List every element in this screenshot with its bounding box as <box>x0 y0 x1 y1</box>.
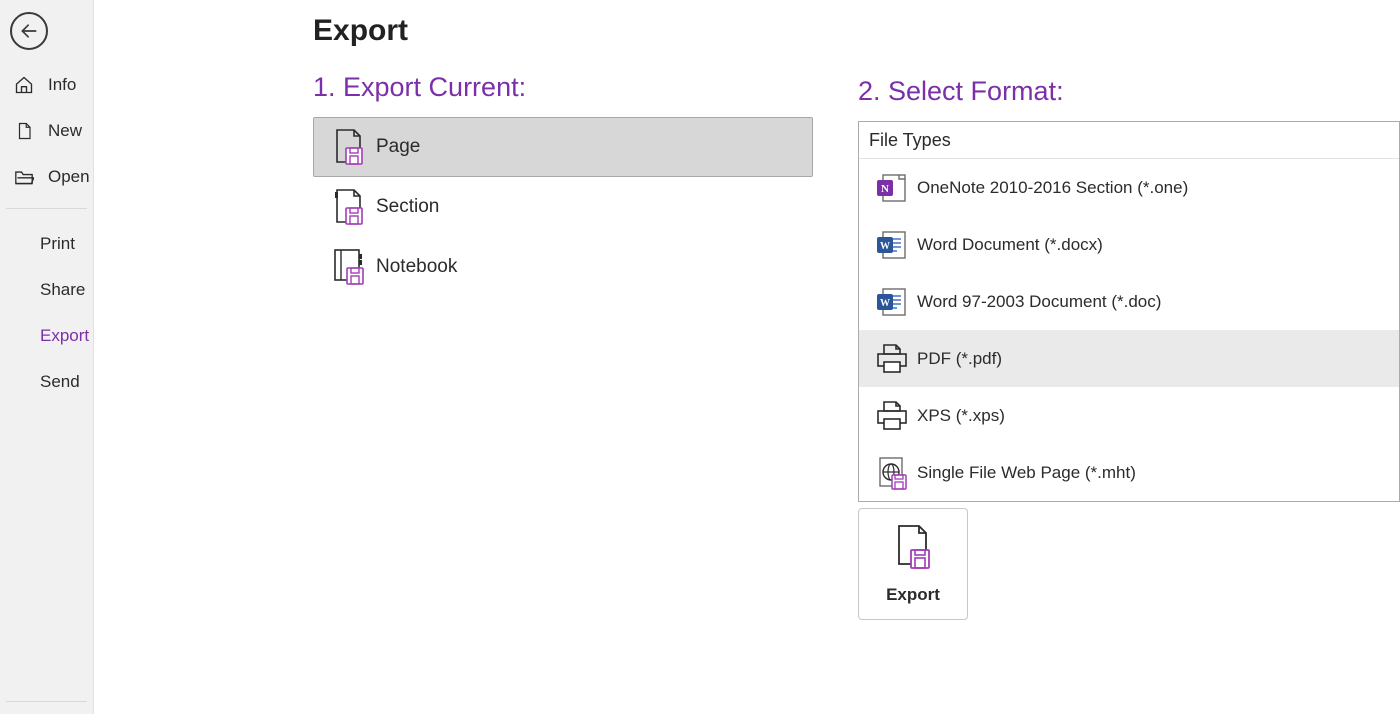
step2-heading: 2. Select Format: <box>858 76 1400 107</box>
backstage-sidebar: Info New Open Print Share Export Send <box>0 0 94 714</box>
scope-option-page[interactable]: Page <box>313 117 813 177</box>
svg-text:W: W <box>880 298 890 309</box>
select-format-column: 2. Select Format: File Types N OneNote 2… <box>858 0 1400 714</box>
page-icon <box>12 121 36 141</box>
sidebar-item-print[interactable]: Print <box>0 221 93 267</box>
web-page-icon <box>869 455 915 491</box>
folder-icon <box>12 168 36 186</box>
format-option-pdf[interactable]: PDF (*.pdf) <box>859 330 1399 387</box>
file-types-panel: File Types N OneNote 2010-2016 Section (… <box>858 121 1400 502</box>
sidebar-item-label: New <box>48 121 82 141</box>
word-icon: W <box>869 228 915 262</box>
sidebar-divider <box>6 701 87 702</box>
scope-option-label: Section <box>376 196 439 218</box>
format-option-docx[interactable]: W Word Document (*.docx) <box>859 216 1399 273</box>
sidebar-item-label: Info <box>48 75 76 95</box>
scope-option-label: Notebook <box>376 256 457 278</box>
format-option-label: OneNote 2010-2016 Section (*.one) <box>917 178 1188 198</box>
printer-icon <box>869 399 915 433</box>
scope-option-section[interactable]: Section <box>313 177 813 237</box>
sidebar-item-share[interactable]: Share <box>0 267 93 313</box>
format-option-label: XPS (*.xps) <box>917 406 1005 426</box>
sidebar-item-label: Share <box>40 280 85 300</box>
page-title: Export <box>313 14 408 48</box>
page-save-icon <box>326 128 372 166</box>
sidebar-item-label: Export <box>40 326 89 346</box>
onenote-icon: N <box>869 171 915 205</box>
format-option-doc[interactable]: W Word 97-2003 Document (*.doc) <box>859 273 1399 330</box>
printer-icon <box>869 342 915 376</box>
sidebar-divider <box>6 208 87 209</box>
export-scope-list: Page Section <box>313 117 813 297</box>
notebook-save-icon <box>326 248 372 286</box>
main-content: Export 1. Export Current: Page <box>94 0 1400 714</box>
export-current-column: 1. Export Current: Page <box>313 0 813 714</box>
scope-option-label: Page <box>376 136 420 158</box>
arrow-left-icon <box>19 21 39 41</box>
sidebar-item-export[interactable]: Export <box>0 313 93 359</box>
format-option-onenote[interactable]: N OneNote 2010-2016 Section (*.one) <box>859 159 1399 216</box>
export-button-label: Export <box>886 585 940 605</box>
sidebar-item-new[interactable]: New <box>0 108 93 154</box>
sidebar-item-open[interactable]: Open <box>0 154 93 200</box>
file-types-header: File Types <box>859 122 1399 159</box>
page-save-icon <box>893 524 933 575</box>
sidebar-item-label: Print <box>40 234 75 254</box>
format-option-label: PDF (*.pdf) <box>917 349 1002 369</box>
format-option-label: Single File Web Page (*.mht) <box>917 463 1136 483</box>
format-option-xps[interactable]: XPS (*.xps) <box>859 387 1399 444</box>
sidebar-item-info[interactable]: Info <box>0 62 93 108</box>
section-save-icon <box>326 188 372 226</box>
format-option-label: Word 97-2003 Document (*.doc) <box>917 292 1161 312</box>
export-button[interactable]: Export <box>858 508 968 620</box>
sidebar-item-send[interactable]: Send <box>0 359 93 405</box>
home-icon <box>12 75 36 95</box>
svg-text:W: W <box>880 241 890 252</box>
sidebar-item-label: Send <box>40 372 80 392</box>
format-option-mht[interactable]: Single File Web Page (*.mht) <box>859 444 1399 501</box>
svg-text:N: N <box>881 183 889 195</box>
step1-heading: 1. Export Current: <box>313 72 813 103</box>
sidebar-item-label: Open <box>48 167 90 187</box>
scope-option-notebook[interactable]: Notebook <box>313 237 813 297</box>
format-option-label: Word Document (*.docx) <box>917 235 1103 255</box>
back-button[interactable] <box>10 12 48 50</box>
word-icon: W <box>869 285 915 319</box>
